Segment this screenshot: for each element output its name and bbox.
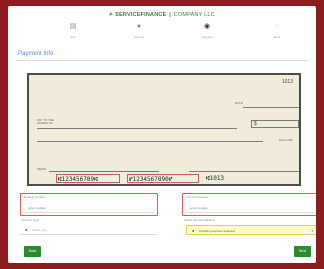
step-account[interactable]: ● Account [124, 20, 154, 39]
logo-separator: | [169, 12, 171, 18]
check-memo-line [49, 171, 159, 172]
check-payee-line [37, 128, 237, 129]
check-signature-line [189, 171, 299, 172]
check-date-line [243, 107, 299, 108]
check-amount-box: $ [251, 120, 299, 128]
page-title: Payment Info [18, 51, 54, 57]
check-number: 1013 [281, 79, 293, 85]
payee-label-line2: ORDER OF [37, 121, 53, 126]
main-panel: ≠ SERVICEFINANCE | COMPANY LLC ▤ Info ● … [8, 6, 316, 263]
progress-steps: ▤ Info ● Account ◉ Payment ◌ Done [58, 20, 294, 46]
sample-check: 1013 DATE PAY TO THE ORDER OF $ DOLLARS … [27, 73, 301, 186]
step-label: Account [133, 35, 145, 39]
check-payee-label: PAY TO THE ORDER OF [37, 118, 54, 126]
account-number-field: Account Number enter number [182, 193, 316, 216]
divider [16, 60, 308, 61]
step-label: Info [70, 35, 76, 39]
step-done[interactable]: ◌ Done [262, 20, 292, 39]
bank-icon: ◉ [203, 23, 211, 30]
step-payment[interactable]: ◉ Payment [192, 20, 222, 39]
routing-number-input[interactable]: enter number [24, 204, 154, 213]
routing-number-label: Routing Number [24, 195, 46, 199]
back-button[interactable]: Back [24, 246, 41, 257]
micr-check-number: ⑆1013 [206, 175, 225, 182]
step-info[interactable]: ▤ Info [58, 20, 88, 39]
check-memo-label: MEMO [37, 167, 47, 171]
account-type-select[interactable]: ● Select one [20, 225, 158, 235]
payment-method-label: Select Account Method [184, 218, 215, 222]
company-logo: ≠ SERVICEFINANCE | COMPANY LLC [8, 12, 316, 18]
next-button[interactable]: Next [294, 246, 311, 257]
chevron-down-icon: ▾ [311, 229, 313, 233]
routing-number-field: Routing Number enter number [20, 193, 158, 216]
account-number-label: Account Number [186, 195, 209, 199]
step-label: Done [273, 35, 281, 39]
radio-icon: ● [25, 227, 28, 232]
check-dollars-line [37, 141, 263, 142]
radio-icon: ● [192, 228, 195, 233]
logo-brand: SERVICEFINANCE [115, 12, 167, 18]
micr-routing-number: ⑆123456789⑆ [56, 174, 120, 183]
logo-mark: ≠ [109, 12, 113, 18]
account-type-value: Select one [32, 228, 47, 232]
check-dollars-label: DOLLARS [278, 138, 293, 142]
check-date-label: DATE [235, 101, 243, 105]
logo-subtitle: COMPANY LLC [173, 12, 215, 18]
document-icon: ▤ [69, 23, 77, 30]
payment-method-value: Checking account selected [199, 229, 235, 233]
user-icon: ● [136, 23, 142, 30]
step-label: Payment [201, 35, 213, 39]
micr-account-number: ⑈1234567890⑈ [127, 174, 199, 183]
check-icon: ◌ [274, 23, 280, 30]
payment-method-select[interactable]: ● Checking account selected ▾ [186, 225, 316, 235]
account-number-input[interactable]: enter number [186, 204, 314, 213]
account-type-label: Account Type [21, 218, 40, 222]
